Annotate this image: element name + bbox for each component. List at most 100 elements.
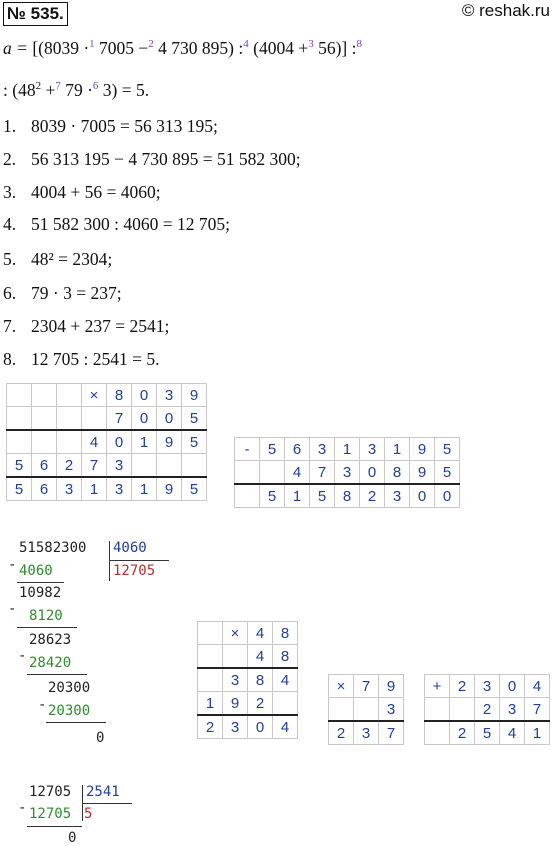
grid-cell: 5 (181, 429, 207, 454)
grid-cell: 8 (247, 667, 273, 692)
grid-cell: 4 (272, 714, 298, 739)
grid-cell (328, 697, 354, 722)
remainder-1: 10982 (19, 585, 62, 601)
grid-cell: 7 (378, 720, 404, 745)
step-7: 7. 2304 + 237 = 2541; (3, 316, 169, 337)
grid-cell: 1 (197, 691, 223, 716)
step-text: 8039 · 7005 = 56 313 195; (31, 116, 218, 136)
problem-number: № 535. (3, 2, 68, 26)
grid-row: 56273 (6, 453, 207, 478)
step-text: 48² = 2304; (31, 249, 113, 269)
dividend: 51582300 (19, 540, 87, 556)
grid-cell (31, 406, 57, 431)
grid-cell: 2 (328, 720, 354, 745)
grid-cell (56, 406, 82, 431)
grid-cell (222, 644, 248, 669)
minus-sign: - (18, 648, 27, 664)
subtrahend-2: 8120 (29, 608, 63, 624)
grid-cell: 9 (156, 476, 182, 501)
grid-cell: 0 (499, 674, 525, 698)
grid-cell: 5 (6, 476, 32, 501)
grid-row: 2304 (197, 714, 298, 739)
expr-part: 4 730 895) : (153, 38, 244, 58)
expr-part: [(8039 · (32, 38, 90, 58)
step-number: 5. (3, 249, 17, 269)
grid-cell (449, 697, 475, 722)
step-number: 3. (3, 182, 17, 202)
grid-cell (31, 383, 57, 407)
line-2 (17, 627, 77, 628)
grid-cell: 8 (384, 460, 410, 485)
expr-part: (4004 + (248, 38, 309, 58)
subtrahend-1: 12705 (29, 806, 72, 822)
line-1 (27, 826, 82, 827)
step-number: 2. (3, 149, 17, 169)
grid-cell: 5 (259, 483, 285, 508)
expression-line-1: a = [(8039 ·1 7005 −2 4 730 895) :4 (400… (3, 38, 362, 59)
step-number: 7. (3, 316, 17, 336)
subtraction-grid: -56313195473089551582300 (234, 437, 460, 508)
grid-cell (6, 383, 32, 407)
grid-cell: 7 (81, 453, 107, 478)
grid-cell: 6 (31, 453, 57, 478)
grid-cell (56, 383, 82, 407)
grid-cell: 8 (272, 644, 298, 669)
grid-row: 192 (197, 691, 298, 716)
step-2: 2. 56 313 195 − 4 730 895 = 51 582 300; (3, 149, 301, 170)
grid-cell: 3 (309, 437, 335, 461)
grid-cell: 6 (284, 437, 310, 461)
grid-cell: 5 (181, 476, 207, 501)
grid-row: 56313195 (6, 476, 207, 501)
grid-cell (197, 644, 223, 669)
grid-cell: 5 (434, 437, 460, 461)
grid-row: × 8 0 3 9 (6, 383, 207, 407)
grid-cell: × (222, 621, 248, 645)
grid-cell: 9 (222, 691, 248, 716)
grid-cell: 0 (131, 406, 157, 431)
grid-row: 237 (328, 720, 404, 745)
grid-cell: 0 (409, 483, 435, 508)
grid-cell: 9 (409, 460, 435, 485)
grid-cell (31, 429, 57, 454)
expr-part: 3) = 5. (98, 80, 150, 100)
grid-cell: 3 (156, 383, 182, 407)
addition-grid: +2 3 0 4 2 3 7 2 5 4 1 (424, 674, 550, 745)
grid-cell (56, 429, 82, 454)
line-1 (17, 582, 64, 583)
grid-row: 40195 (6, 429, 207, 454)
minus-sign: - (18, 800, 27, 816)
quotient: 5 (84, 806, 93, 822)
grid-cell: 9 (378, 674, 404, 698)
grid-cell: 0 (434, 483, 460, 508)
grid-cell: 2 (449, 674, 475, 698)
grid-cell (181, 453, 207, 478)
grid-cell: × (328, 674, 354, 698)
grid-cell (197, 667, 223, 692)
expression-line-2: : (482 +7 79 ·6 3) = 5. (3, 80, 149, 101)
multiplication-grid-8039x7005: × 8 0 3 9 7 0 0 5 4 0 1 9 5 5 6 2 7 3 5 6 3 1 3 1 9 5 (6, 383, 207, 501)
step-text: 51 582 300 : 4060 = 12 705; (31, 214, 230, 234)
subtrahend-3: 28420 (29, 655, 72, 671)
divisor-underline (82, 803, 132, 804)
divisor-underline (109, 560, 169, 561)
grid-cell: 3 (222, 714, 248, 739)
step-text: 56 313 195 − 4 730 895 = 51 582 300; (31, 149, 301, 169)
grid-row: 2541 (424, 720, 550, 745)
remainder-2: 28623 (29, 632, 72, 648)
grid-cell (234, 460, 260, 485)
grid-cell: 9 (156, 429, 182, 454)
expr-part: 79 · (60, 80, 93, 100)
grid-cell (424, 720, 450, 745)
grid-cell: 3 (106, 453, 132, 478)
subtrahend-4: 20300 (48, 703, 91, 719)
grid-cell: 6 (31, 476, 57, 501)
grid-cell: 4 (247, 644, 273, 669)
step-number: 6. (3, 283, 17, 303)
var-a: a = (3, 38, 33, 58)
grid-row: 384 (197, 667, 298, 692)
step-4: 4. 51 582 300 : 4060 = 12 705; (3, 214, 230, 235)
grid-cell: 5 (181, 406, 207, 431)
step-6: 6. 79 · 3 = 237; (3, 283, 122, 304)
step-text: 12 705 : 2541 = 5. (31, 349, 160, 369)
grid-cell (6, 429, 32, 454)
